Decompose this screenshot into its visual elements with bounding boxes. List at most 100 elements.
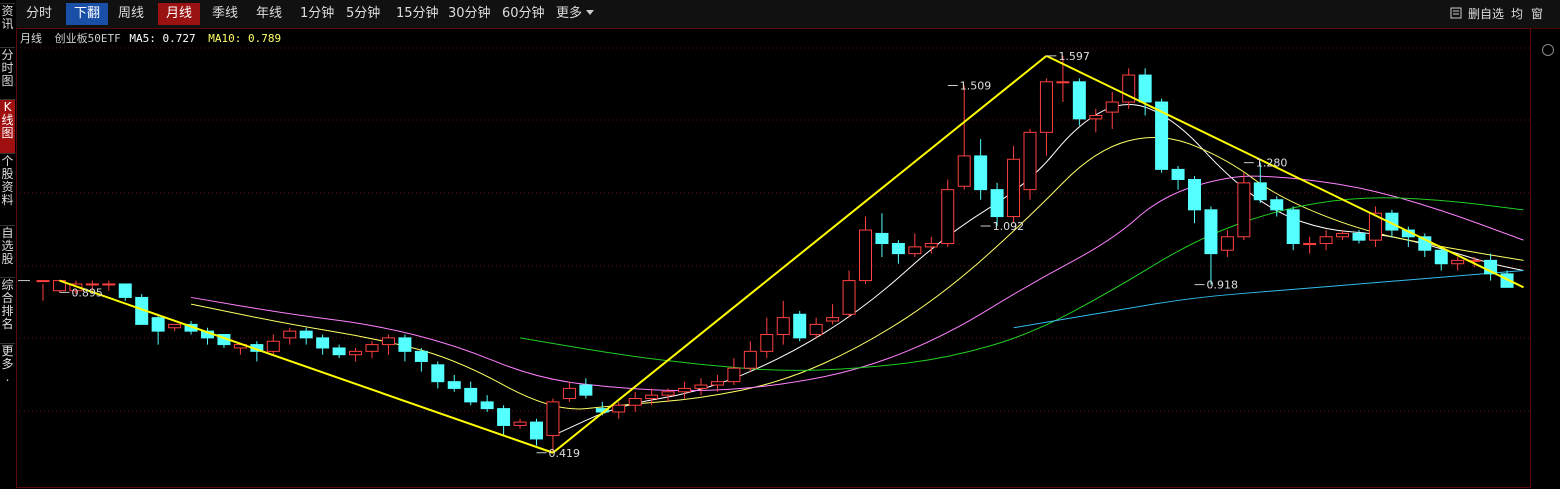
candle-body (1286, 209, 1300, 245)
period-toolbar: 删自选 均 窗 分时 下翻 周线 月线 季线 年线 1分钟 5分钟 15分钟 30分钟 60分钟 更多 (16, 0, 1560, 29)
candle-body (727, 367, 741, 383)
candle-body (316, 337, 330, 349)
left-sidebar: 资讯分时图K线图个股资料自选股综合排名更多. (0, 0, 15, 409)
candle-body (1072, 81, 1086, 120)
candle-body (612, 404, 626, 413)
candle-body (842, 280, 856, 315)
tab-3[interactable]: 月线 (158, 3, 201, 25)
candle-body (381, 337, 395, 346)
tab-2[interactable]: 周线 (110, 3, 152, 25)
square-icon[interactable] (1450, 1, 1462, 29)
sidebar-item-0[interactable]: 资讯 (0, 3, 15, 47)
delete-watchlist-button[interactable]: 删自选 (1468, 0, 1504, 28)
candle-body (628, 398, 642, 406)
sidebar-item-6[interactable]: 更多. (0, 343, 15, 405)
trend-line-1 (552, 55, 1048, 454)
candle-body (1237, 182, 1251, 238)
candle-body (908, 246, 922, 255)
window-button[interactable]: 窗 (1531, 0, 1543, 28)
annotation-label-1: 0.419 (549, 447, 581, 460)
annotation-label-3: 1.092 (993, 220, 1025, 233)
sidebar-item-2[interactable]: K线图 (0, 99, 15, 153)
candle-body (957, 155, 971, 187)
candle-body (1039, 81, 1053, 133)
candle-body (710, 381, 724, 386)
candle-body (118, 283, 132, 298)
candle-body (941, 189, 955, 245)
candle-body (1270, 199, 1284, 211)
candle-body (1188, 179, 1201, 211)
candle-body (678, 387, 692, 393)
candle-body (266, 340, 280, 352)
candle-body (859, 229, 872, 282)
candle-body (546, 401, 560, 437)
tab-10[interactable]: 60分钟 (494, 3, 553, 25)
candle-body (743, 350, 757, 369)
trend-line-0 (59, 279, 554, 454)
tab-9[interactable]: 30分钟 (440, 3, 499, 25)
candle-body (1352, 232, 1366, 241)
candle-body (1023, 131, 1037, 191)
tab-0[interactable]: 分时 (18, 3, 60, 25)
candle-body (85, 283, 99, 286)
candle-body (1138, 74, 1152, 103)
sidebar-item-3[interactable]: 个股资料 (0, 153, 15, 225)
annotation-label-0: 0.895 (71, 286, 103, 299)
average-button[interactable]: 均 (1511, 0, 1523, 28)
candle-body (1056, 81, 1070, 84)
candle-body (1220, 236, 1234, 251)
candle-body (990, 189, 1004, 218)
candle-body (1007, 158, 1021, 218)
tab-5[interactable]: 年线 (248, 3, 290, 25)
candle-body (1171, 168, 1185, 181)
candle-body (974, 155, 988, 191)
candle-body (776, 317, 790, 335)
candle-body (480, 401, 494, 410)
more-label: 更多 (556, 6, 583, 21)
candle-body (826, 317, 840, 322)
candle-body (645, 394, 659, 400)
tab-7[interactable]: 5分钟 (338, 3, 388, 25)
candle-body (1105, 101, 1119, 113)
candle-body (809, 323, 823, 335)
annotation-label-4: 1.597 (1058, 50, 1090, 63)
chart-frame (16, 28, 1531, 488)
right-tools: 删自选 均 窗 (1450, 0, 1560, 28)
candle-body (365, 344, 379, 352)
candle-body (891, 243, 905, 255)
candle-body (1336, 232, 1350, 238)
tab-1[interactable]: 下翻 (66, 3, 109, 25)
tab-8[interactable]: 15分钟 (388, 3, 447, 25)
candle-body (431, 364, 445, 383)
candle-body (513, 421, 527, 426)
candle-body (579, 384, 593, 396)
candle-body (562, 387, 576, 400)
trend-line-2 (1046, 54, 1524, 289)
sidebar-item-5[interactable]: 综合排名 (0, 277, 15, 343)
candle-body (464, 387, 478, 403)
candle-body (102, 283, 116, 286)
candle-body (875, 232, 889, 245)
kline-chart[interactable]: 0.895 0.419 1.509 1.092 1.597 0.918 1.280 (16, 28, 1546, 488)
candle-body (497, 408, 511, 426)
candle-body (398, 337, 412, 352)
sidebar-item-1[interactable]: 分时图 (0, 47, 15, 99)
candle-body (1253, 182, 1267, 201)
candle-body (1434, 249, 1448, 265)
candle-body (1319, 236, 1333, 245)
candle-body (793, 313, 807, 339)
tab-4[interactable]: 季线 (204, 3, 246, 25)
tab-6[interactable]: 1分钟 (292, 3, 342, 25)
candle-body (1451, 259, 1465, 265)
candle-body (299, 330, 313, 339)
candle-body (924, 243, 938, 248)
candle-body (1204, 209, 1218, 255)
annotation-label-2: 1.509 (960, 80, 992, 93)
candle-body (151, 317, 165, 332)
more-menu[interactable]: 更多 (548, 3, 602, 25)
candle-body (283, 330, 297, 339)
candle-body (414, 350, 428, 362)
candle-body (168, 323, 182, 329)
candle-body (760, 333, 774, 352)
sidebar-item-4[interactable]: 自选股 (0, 225, 15, 277)
